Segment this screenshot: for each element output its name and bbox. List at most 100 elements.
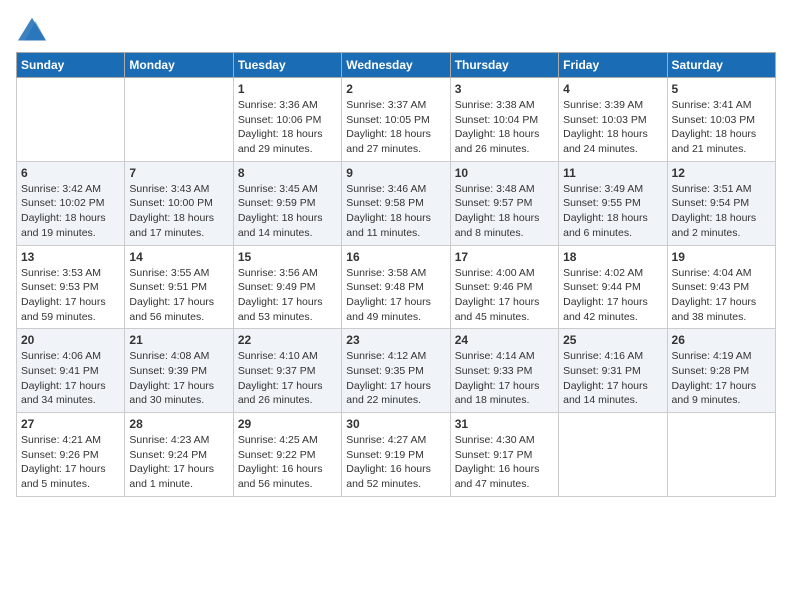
day-number: 8 — [238, 166, 337, 180]
calendar-cell — [559, 413, 667, 497]
day-number: 25 — [563, 333, 662, 347]
day-info: Sunrise: 3:56 AM Sunset: 9:49 PM Dayligh… — [238, 266, 337, 325]
day-number: 7 — [129, 166, 228, 180]
day-info: Sunrise: 4:23 AM Sunset: 9:24 PM Dayligh… — [129, 433, 228, 492]
day-number: 22 — [238, 333, 337, 347]
calendar-cell: 7Sunrise: 3:43 AM Sunset: 10:00 PM Dayli… — [125, 161, 233, 245]
calendar-cell: 2 Sunrise: 3:37 AM Sunset: 10:05 PM Dayli… — [342, 78, 450, 162]
day-number: 23 — [346, 333, 445, 347]
day-info: Sunrise: 4:21 AM Sunset: 9:26 PM Dayligh… — [21, 433, 120, 492]
day-number: 15 — [238, 250, 337, 264]
day-number: 30 — [346, 417, 445, 431]
calendar-cell: 23 Sunrise: 4:12 AM Sunset: 9:35 PM Dayli… — [342, 329, 450, 413]
week-row-5: 27 Sunrise: 4:21 AM Sunset: 9:26 PM Dayli… — [17, 413, 776, 497]
day-number: 18 — [563, 250, 662, 264]
calendar-cell: 22 Sunrise: 4:10 AM Sunset: 9:37 PM Dayli… — [233, 329, 341, 413]
calendar-cell: 13 Sunrise: 3:53 AM Sunset: 9:53 PM Dayli… — [17, 245, 125, 329]
day-number: 12 — [672, 166, 771, 180]
calendar-cell: 10 Sunrise: 3:48 AM Sunset: 9:57 PM Dayli… — [450, 161, 558, 245]
day-info: Sunrise: 3:48 AM Sunset: 9:57 PM Dayligh… — [455, 182, 554, 241]
day-info: Sunrise: 3:41 AM Sunset: 10:03 PM Daylig… — [672, 98, 771, 157]
day-info: Sunrise: 4:27 AM Sunset: 9:19 PM Dayligh… — [346, 433, 445, 492]
day-info: Sunrise: 4:08 AM Sunset: 9:39 PM Dayligh… — [129, 349, 228, 408]
day-info: Sunrise: 4:12 AM Sunset: 9:35 PM Dayligh… — [346, 349, 445, 408]
day-info: Sunrise: 4:25 AM Sunset: 9:22 PM Dayligh… — [238, 433, 337, 492]
day-info: Sunrise: 4:00 AM Sunset: 9:46 PM Dayligh… — [455, 266, 554, 325]
calendar-cell: 16 Sunrise: 3:58 AM Sunset: 9:48 PM Dayli… — [342, 245, 450, 329]
day-info: Sunrise: 3:51 AM Sunset: 9:54 PM Dayligh… — [672, 182, 771, 241]
day-number: 16 — [346, 250, 445, 264]
day-of-week-monday: Monday — [125, 53, 233, 78]
calendar-cell: 1Sunrise: 3:36 AM Sunset: 10:06 PM Dayli… — [233, 78, 341, 162]
day-of-week-sunday: Sunday — [17, 53, 125, 78]
day-info: Sunrise: 4:19 AM Sunset: 9:28 PM Dayligh… — [672, 349, 771, 408]
week-row-4: 20 Sunrise: 4:06 AM Sunset: 9:41 PM Dayli… — [17, 329, 776, 413]
calendar-cell: 12 Sunrise: 3:51 AM Sunset: 9:54 PM Dayli… — [667, 161, 775, 245]
day-number: 4 — [563, 82, 662, 96]
day-of-week-thursday: Thursday — [450, 53, 558, 78]
day-info: Sunrise: 3:36 AM Sunset: 10:06 PM Daylig… — [238, 98, 337, 157]
calendar-cell: 21 Sunrise: 4:08 AM Sunset: 9:39 PM Dayli… — [125, 329, 233, 413]
logo-icon — [16, 16, 48, 44]
calendar-cell: 31 Sunrise: 4:30 AM Sunset: 9:17 PM Dayli… — [450, 413, 558, 497]
day-info: Sunrise: 4:30 AM Sunset: 9:17 PM Dayligh… — [455, 433, 554, 492]
day-info: Sunrise: 4:10 AM Sunset: 9:37 PM Dayligh… — [238, 349, 337, 408]
days-of-week-row: SundayMondayTuesdayWednesdayThursdayFrid… — [17, 53, 776, 78]
day-number: 5 — [672, 82, 771, 96]
day-number: 27 — [21, 417, 120, 431]
calendar-cell — [17, 78, 125, 162]
calendar-cell — [667, 413, 775, 497]
day-number: 28 — [129, 417, 228, 431]
day-of-week-tuesday: Tuesday — [233, 53, 341, 78]
calendar-cell: 19 Sunrise: 4:04 AM Sunset: 9:43 PM Dayli… — [667, 245, 775, 329]
day-info: Sunrise: 3:58 AM Sunset: 9:48 PM Dayligh… — [346, 266, 445, 325]
day-info: Sunrise: 4:04 AM Sunset: 9:43 PM Dayligh… — [672, 266, 771, 325]
calendar-cell: 28 Sunrise: 4:23 AM Sunset: 9:24 PM Dayli… — [125, 413, 233, 497]
calendar-cell — [125, 78, 233, 162]
day-info: Sunrise: 3:46 AM Sunset: 9:58 PM Dayligh… — [346, 182, 445, 241]
day-info: Sunrise: 3:37 AM Sunset: 10:05 PM Daylig… — [346, 98, 445, 157]
day-number: 26 — [672, 333, 771, 347]
calendar-cell: 24 Sunrise: 4:14 AM Sunset: 9:33 PM Dayli… — [450, 329, 558, 413]
day-number: 29 — [238, 417, 337, 431]
calendar-cell: 20 Sunrise: 4:06 AM Sunset: 9:41 PM Dayli… — [17, 329, 125, 413]
calendar-cell: 26 Sunrise: 4:19 AM Sunset: 9:28 PM Dayli… — [667, 329, 775, 413]
day-number: 20 — [21, 333, 120, 347]
day-number: 3 — [455, 82, 554, 96]
calendar-header: SundayMondayTuesdayWednesdayThursdayFrid… — [17, 53, 776, 78]
calendar-body: 1Sunrise: 3:36 AM Sunset: 10:06 PM Dayli… — [17, 78, 776, 497]
day-info: Sunrise: 3:49 AM Sunset: 9:55 PM Dayligh… — [563, 182, 662, 241]
day-info: Sunrise: 4:06 AM Sunset: 9:41 PM Dayligh… — [21, 349, 120, 408]
day-number: 6 — [21, 166, 120, 180]
day-info: Sunrise: 3:53 AM Sunset: 9:53 PM Dayligh… — [21, 266, 120, 325]
day-info: Sunrise: 3:39 AM Sunset: 10:03 PM Daylig… — [563, 98, 662, 157]
day-info: Sunrise: 4:14 AM Sunset: 9:33 PM Dayligh… — [455, 349, 554, 408]
day-info: Sunrise: 3:55 AM Sunset: 9:51 PM Dayligh… — [129, 266, 228, 325]
day-number: 24 — [455, 333, 554, 347]
calendar-cell: 11 Sunrise: 3:49 AM Sunset: 9:55 PM Dayli… — [559, 161, 667, 245]
day-number: 11 — [563, 166, 662, 180]
day-number: 21 — [129, 333, 228, 347]
day-of-week-friday: Friday — [559, 53, 667, 78]
calendar-cell: 17Sunrise: 4:00 AM Sunset: 9:46 PM Dayli… — [450, 245, 558, 329]
day-number: 10 — [455, 166, 554, 180]
day-number: 31 — [455, 417, 554, 431]
page-header — [16, 16, 776, 44]
day-number: 19 — [672, 250, 771, 264]
calendar-cell: 27 Sunrise: 4:21 AM Sunset: 9:26 PM Dayli… — [17, 413, 125, 497]
day-info: Sunrise: 3:45 AM Sunset: 9:59 PM Dayligh… — [238, 182, 337, 241]
day-number: 14 — [129, 250, 228, 264]
calendar-cell: 29 Sunrise: 4:25 AM Sunset: 9:22 PM Dayli… — [233, 413, 341, 497]
day-info: Sunrise: 3:42 AM Sunset: 10:02 PM Daylig… — [21, 182, 120, 241]
calendar-cell: 6 Sunrise: 3:42 AM Sunset: 10:02 PM Dayli… — [17, 161, 125, 245]
calendar-cell: 5 Sunrise: 3:41 AM Sunset: 10:03 PM Dayli… — [667, 78, 775, 162]
calendar-cell: 3Sunrise: 3:38 AM Sunset: 10:04 PM Dayli… — [450, 78, 558, 162]
day-number: 2 — [346, 82, 445, 96]
day-of-week-saturday: Saturday — [667, 53, 775, 78]
calendar-table: SundayMondayTuesdayWednesdayThursdayFrid… — [16, 52, 776, 497]
day-number: 13 — [21, 250, 120, 264]
week-row-3: 13 Sunrise: 3:53 AM Sunset: 9:53 PM Dayli… — [17, 245, 776, 329]
calendar-cell: 4 Sunrise: 3:39 AM Sunset: 10:03 PM Dayli… — [559, 78, 667, 162]
calendar-cell: 25Sunrise: 4:16 AM Sunset: 9:31 PM Dayli… — [559, 329, 667, 413]
week-row-1: 1Sunrise: 3:36 AM Sunset: 10:06 PM Dayli… — [17, 78, 776, 162]
